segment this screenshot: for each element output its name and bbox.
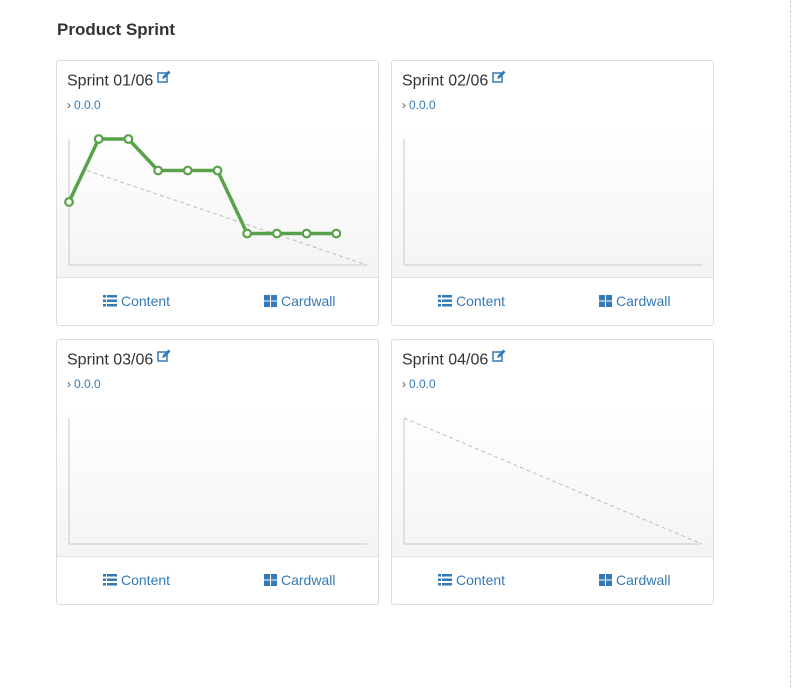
grid-icon bbox=[264, 295, 277, 307]
chevron-right-icon: › bbox=[67, 98, 71, 112]
page-title: Product Sprint bbox=[57, 20, 176, 39]
list-icon bbox=[103, 574, 117, 586]
sprint-version[interactable]: › 0.0.0 bbox=[402, 98, 436, 112]
burndown-chart bbox=[57, 406, 378, 557]
content-link[interactable]: Content bbox=[103, 293, 170, 309]
sprint-card-header: Sprint 04/06 › 0.0.0 bbox=[392, 340, 713, 407]
sprint-name: Sprint 03/06 bbox=[67, 349, 171, 370]
grid-icon bbox=[599, 295, 612, 307]
sprint-card-footer: Content Cardwall bbox=[57, 556, 378, 604]
burndown-point bbox=[331, 228, 342, 239]
sprint-card: Sprint 02/06 › 0.0.0 Content Cardwall bbox=[391, 60, 714, 326]
sprint-card: Sprint 01/06 › 0.0.0 Content Cardwall bbox=[56, 60, 379, 326]
sprint-name-text[interactable]: Sprint 04/06 bbox=[402, 352, 488, 369]
content-link-label[interactable]: Content bbox=[121, 572, 170, 588]
burndown-point bbox=[182, 165, 193, 176]
cardwall-link[interactable]: Cardwall bbox=[599, 293, 670, 309]
edit-icon[interactable] bbox=[492, 349, 506, 368]
cardwall-link-label[interactable]: Cardwall bbox=[616, 293, 670, 309]
version-text[interactable]: 0.0.0 bbox=[74, 98, 101, 112]
burndown-chart-svg bbox=[68, 418, 367, 545]
burndown-point bbox=[153, 165, 163, 176]
sprint-card-footer: Content Cardwall bbox=[57, 277, 378, 325]
list-icon bbox=[103, 295, 117, 307]
sprint-version[interactable]: › 0.0.0 bbox=[67, 98, 101, 112]
sprint-card-footer: Content Cardwall bbox=[392, 556, 713, 604]
burndown-chart bbox=[57, 127, 378, 278]
cardwall-link-label[interactable]: Cardwall bbox=[616, 572, 670, 588]
ideal-burndown-line bbox=[403, 417, 703, 545]
sprint-card-header: Sprint 03/06 › 0.0.0 bbox=[57, 340, 378, 407]
burndown-point bbox=[212, 165, 223, 176]
version-text[interactable]: 0.0.0 bbox=[409, 98, 436, 112]
grid-icon bbox=[264, 574, 277, 586]
sprint-name: Sprint 02/06 bbox=[402, 70, 506, 91]
sprint-card: Sprint 03/06 › 0.0.0 Content Cardwall bbox=[56, 339, 379, 605]
content-link-label[interactable]: Content bbox=[121, 293, 170, 309]
burndown-point bbox=[93, 134, 104, 144]
content-link[interactable]: Content bbox=[438, 572, 505, 588]
content-link[interactable]: Content bbox=[438, 293, 505, 309]
cardwall-link[interactable]: Cardwall bbox=[264, 572, 335, 588]
list-icon bbox=[438, 295, 452, 307]
edit-icon[interactable] bbox=[157, 70, 171, 89]
burndown-point bbox=[64, 197, 74, 207]
cardwall-link-label[interactable]: Cardwall bbox=[281, 572, 335, 588]
sprint-version[interactable]: › 0.0.0 bbox=[402, 377, 436, 391]
edit-icon[interactable] bbox=[157, 349, 171, 368]
sprint-card-header: Sprint 02/06 › 0.0.0 bbox=[392, 61, 713, 128]
burndown-line bbox=[67, 137, 337, 236]
sprint-name-text[interactable]: Sprint 02/06 bbox=[402, 73, 488, 90]
version-text[interactable]: 0.0.0 bbox=[409, 377, 436, 391]
cardwall-link[interactable]: Cardwall bbox=[599, 572, 670, 588]
sprint-name: Sprint 04/06 bbox=[402, 349, 506, 370]
content-link[interactable]: Content bbox=[103, 572, 170, 588]
sprint-name-text[interactable]: Sprint 03/06 bbox=[67, 352, 153, 369]
sprint-version[interactable]: › 0.0.0 bbox=[67, 377, 101, 391]
burndown-point bbox=[301, 228, 312, 239]
burndown-chart-svg bbox=[64, 134, 368, 266]
chevron-right-icon: › bbox=[402, 98, 406, 112]
content-link-label[interactable]: Content bbox=[456, 293, 505, 309]
grid-icon bbox=[599, 574, 612, 586]
sprint-card: Sprint 04/06 › 0.0.0 Content Cardwall bbox=[391, 339, 714, 605]
burndown-point bbox=[123, 134, 134, 144]
version-text[interactable]: 0.0.0 bbox=[74, 377, 101, 391]
burndown-point bbox=[242, 228, 253, 239]
chevron-right-icon: › bbox=[402, 377, 406, 391]
cardwall-link-label[interactable]: Cardwall bbox=[281, 293, 335, 309]
list-icon bbox=[438, 574, 452, 586]
sprint-card-header: Sprint 01/06 › 0.0.0 bbox=[57, 61, 378, 128]
burndown-chart-svg bbox=[403, 139, 702, 266]
page-divider bbox=[790, 0, 791, 688]
burndown-point bbox=[271, 228, 282, 239]
sprint-name-text[interactable]: Sprint 01/06 bbox=[67, 73, 153, 90]
cardwall-link[interactable]: Cardwall bbox=[264, 293, 335, 309]
ideal-burndown-line bbox=[86, 170, 368, 266]
edit-icon[interactable] bbox=[492, 70, 506, 89]
content-link-label[interactable]: Content bbox=[456, 572, 505, 588]
chevron-right-icon: › bbox=[67, 377, 71, 391]
burndown-chart bbox=[392, 127, 713, 278]
burndown-chart bbox=[392, 406, 713, 557]
burndown-chart-svg bbox=[403, 417, 703, 545]
sprint-name: Sprint 01/06 bbox=[67, 70, 171, 91]
sprint-card-footer: Content Cardwall bbox=[392, 277, 713, 325]
